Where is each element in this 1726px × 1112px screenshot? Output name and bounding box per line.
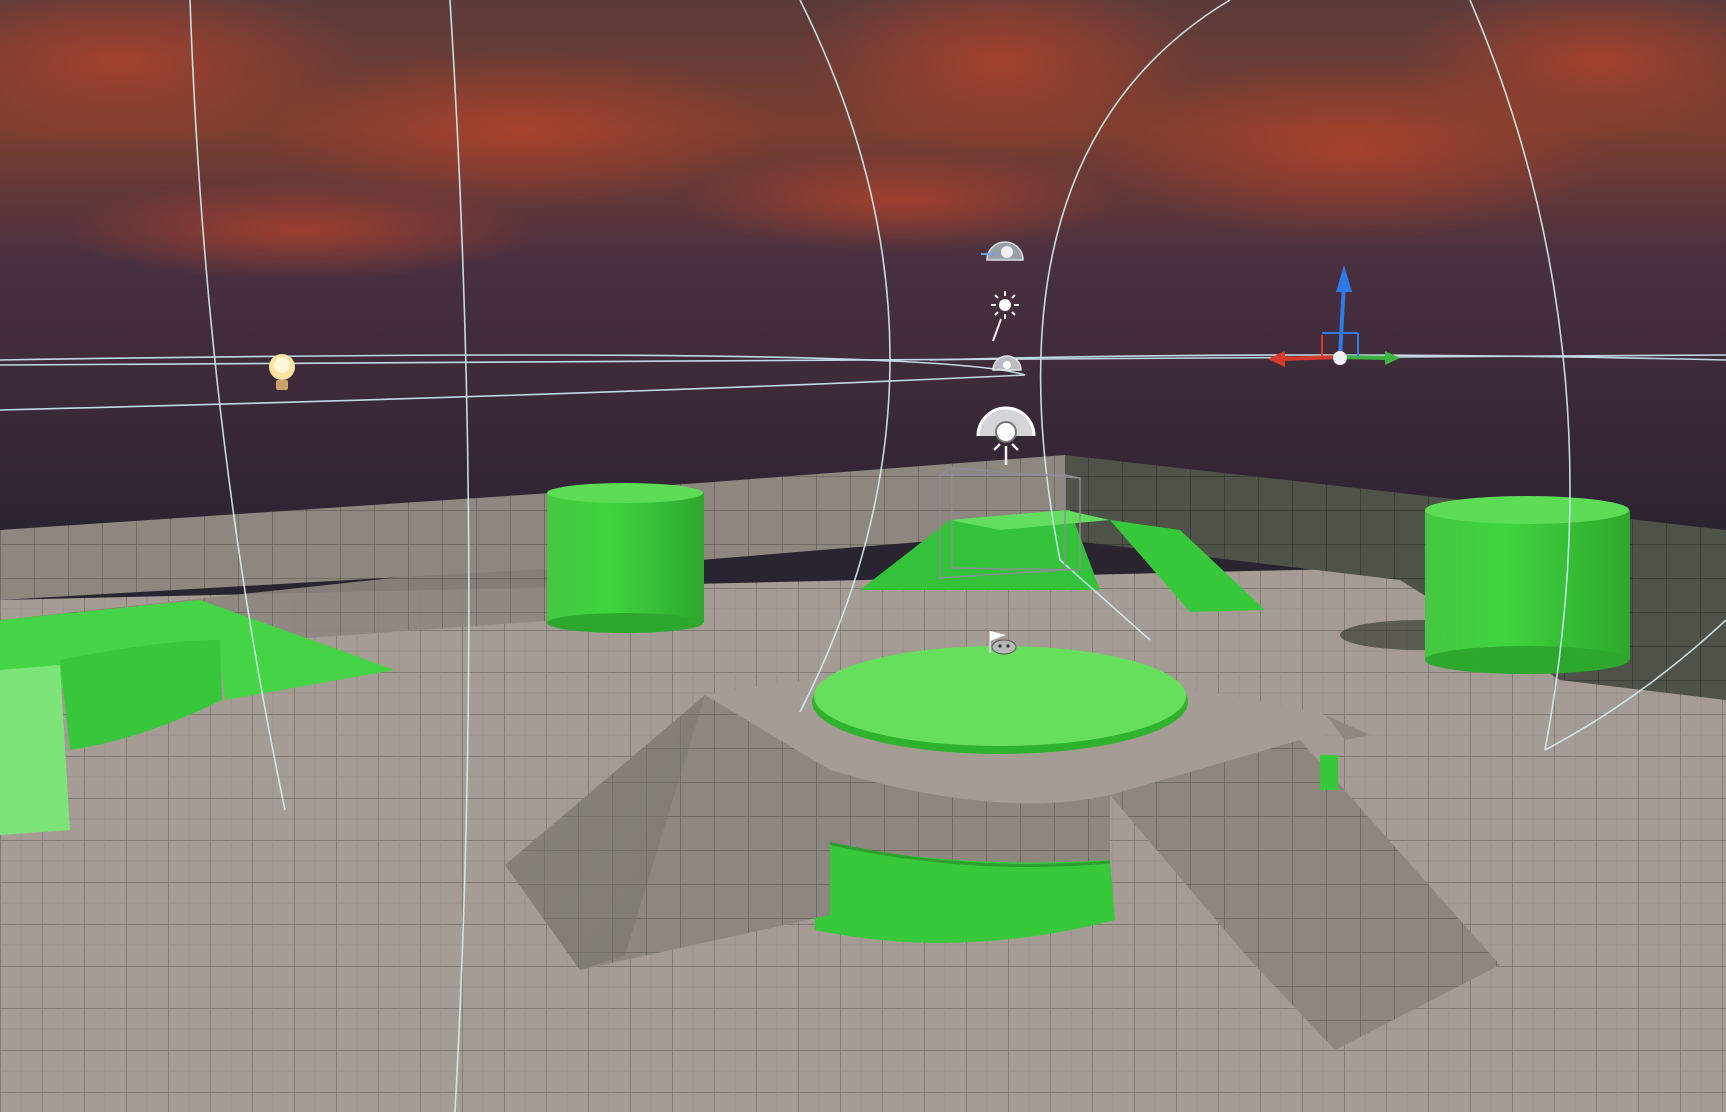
scene-canvas[interactable] <box>0 0 1726 1112</box>
level-viewport[interactable] <box>0 0 1726 1112</box>
green-disc-center[interactable] <box>812 646 1188 754</box>
sky-background <box>0 0 1726 520</box>
green-cylinder-back-left[interactable] <box>547 483 704 633</box>
